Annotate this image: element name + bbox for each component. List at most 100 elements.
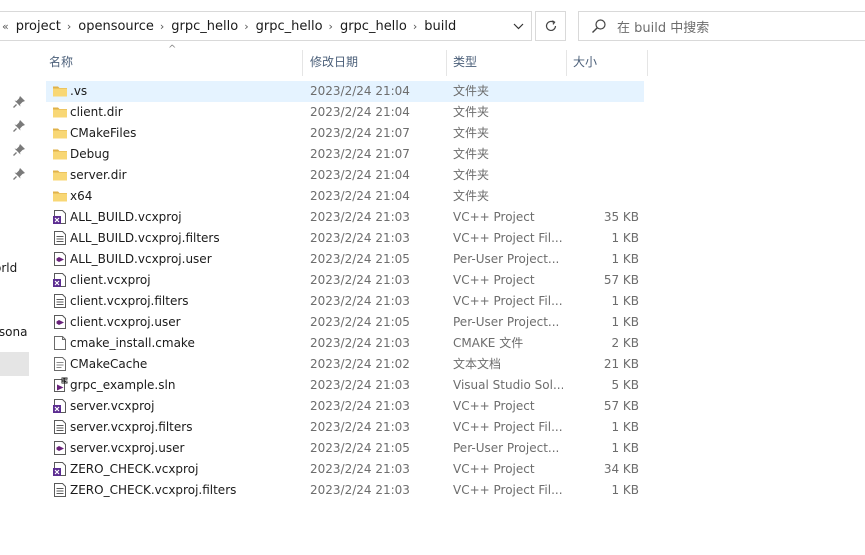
file-row[interactable]: ALL_BUILD.vcxproj 2023/2/24 21:03 VC++ Pro… bbox=[46, 207, 644, 228]
file-date: 2023/2/24 21:07 bbox=[310, 126, 410, 140]
column-divider[interactable] bbox=[302, 50, 303, 76]
file-name: ZERO_CHECK.vcxproj.filters bbox=[70, 483, 237, 497]
search-icon bbox=[592, 19, 606, 33]
file-name: CMakeFiles bbox=[70, 126, 137, 140]
file-size: 1 KB bbox=[611, 441, 639, 455]
refresh-button[interactable] bbox=[535, 11, 566, 41]
file-date: 2023/2/24 21:03 bbox=[310, 378, 410, 392]
chevron-down-icon[interactable] bbox=[505, 12, 531, 40]
pin-icon[interactable] bbox=[12, 143, 26, 157]
file-row[interactable]: ZERO_CHECK.vcxproj.filters 2023/2/24 21:0… bbox=[46, 480, 644, 501]
file-row[interactable]: server.vcxproj 2023/2/24 21:03 VC++ Projec… bbox=[46, 396, 644, 417]
nav-item-label[interactable]: orld bbox=[0, 261, 17, 275]
file-date: 2023/2/24 21:02 bbox=[310, 357, 410, 371]
file-date: 2023/2/24 21:05 bbox=[310, 252, 410, 266]
search-box[interactable]: 在 build 中搜索 bbox=[578, 11, 865, 41]
file-row[interactable]: client.vcxproj.user 2023/2/24 21:05 Per-Us… bbox=[46, 312, 644, 333]
file-row[interactable]: client.dir 2023/2/24 21:04 文件夹 bbox=[46, 102, 644, 123]
file-row[interactable]: server.dir 2023/2/24 21:04 文件夹 bbox=[46, 165, 644, 186]
file-date: 2023/2/24 21:03 bbox=[310, 210, 410, 224]
file-name: server.vcxproj.filters bbox=[70, 420, 193, 434]
file-type: VC++ Project Fil... bbox=[453, 420, 563, 434]
file-row[interactable]: ALL_BUILD.vcxproj.user 2023/2/24 21:05 Per… bbox=[46, 249, 644, 270]
file-row[interactable]: ZERO_CHECK.vcxproj 2023/2/24 21:03 VC++ Pr… bbox=[46, 459, 644, 480]
svg-text:19: 19 bbox=[61, 378, 67, 384]
file-row[interactable]: server.vcxproj.user 2023/2/24 21:05 Per-Us… bbox=[46, 438, 644, 459]
breadcrumb-item[interactable]: grpc_hello bbox=[171, 19, 238, 34]
navigation-pane[interactable]: orld rsona bbox=[0, 50, 31, 555]
breadcrumb-separator-icon[interactable]: › bbox=[244, 20, 248, 33]
file-icon bbox=[52, 230, 68, 246]
address-bar[interactable]: « project › opensource › grpc_hello › gr… bbox=[0, 11, 532, 41]
folder-icon bbox=[52, 83, 68, 99]
file-date: 2023/2/24 21:03 bbox=[310, 399, 410, 413]
file-date: 2023/2/24 21:03 bbox=[310, 273, 410, 287]
file-row[interactable]: 19 grpc_example.sln 2023/2/24 21:03 Visual … bbox=[46, 375, 644, 396]
file-icon bbox=[52, 356, 68, 372]
file-date: 2023/2/24 21:05 bbox=[310, 441, 410, 455]
pin-icon[interactable] bbox=[12, 95, 26, 109]
file-name: Debug bbox=[70, 147, 110, 161]
column-header-type[interactable]: 类型 bbox=[453, 50, 563, 75]
column-divider[interactable] bbox=[647, 50, 648, 76]
file-icon bbox=[52, 209, 68, 225]
file-row[interactable]: .vs 2023/2/24 21:04 文件夹 bbox=[46, 81, 644, 102]
breadcrumb-item[interactable]: project bbox=[16, 19, 61, 34]
pin-icon[interactable] bbox=[12, 119, 26, 133]
breadcrumb-item[interactable]: opensource bbox=[78, 19, 154, 34]
overflow-chevrons-icon[interactable]: « bbox=[2, 20, 9, 33]
breadcrumb-separator-icon[interactable]: › bbox=[329, 20, 333, 33]
breadcrumb-item-current[interactable]: build bbox=[424, 19, 456, 34]
file-type: VC++ Project Fil... bbox=[453, 294, 563, 308]
file-row[interactable]: server.vcxproj.filters 2023/2/24 21:03 VC+… bbox=[46, 417, 644, 438]
file-row[interactable]: Debug 2023/2/24 21:07 文件夹 bbox=[46, 144, 644, 165]
file-icon bbox=[52, 461, 68, 477]
file-date: 2023/2/24 21:05 bbox=[310, 315, 410, 329]
file-type: 文件夹 bbox=[453, 147, 490, 161]
column-divider[interactable] bbox=[446, 50, 447, 76]
file-row[interactable]: client.vcxproj.filters 2023/2/24 21:03 VC+… bbox=[46, 291, 644, 312]
file-name: x64 bbox=[70, 189, 93, 203]
file-icon bbox=[52, 335, 68, 351]
file-icon bbox=[52, 419, 68, 435]
file-row[interactable]: cmake_install.cmake 2023/2/24 21:03 CMAKE … bbox=[46, 333, 644, 354]
file-list[interactable]: ^ 名称 修改日期 类型 大小 .vs 2023/2/24 21:04 文件夹 cli… bbox=[31, 44, 865, 555]
file-icon bbox=[52, 398, 68, 414]
pin-icon[interactable] bbox=[12, 167, 26, 181]
file-row[interactable]: ALL_BUILD.vcxproj.filters 2023/2/24 21:03… bbox=[46, 228, 644, 249]
folder-icon bbox=[52, 125, 68, 141]
column-divider[interactable] bbox=[566, 50, 567, 76]
file-date: 2023/2/24 21:03 bbox=[310, 231, 410, 245]
file-size: 57 KB bbox=[603, 399, 639, 413]
file-name: server.dir bbox=[70, 168, 127, 182]
breadcrumb-item[interactable]: grpc_hello bbox=[256, 19, 323, 34]
file-name: ALL_BUILD.vcxproj bbox=[70, 210, 182, 224]
search-placeholder: 在 build 中搜索 bbox=[617, 20, 710, 36]
file-date: 2023/2/24 21:04 bbox=[310, 168, 410, 182]
nav-item-label[interactable]: rsona bbox=[0, 325, 28, 339]
file-row[interactable]: CMakeFiles 2023/2/24 21:07 文件夹 bbox=[46, 123, 644, 144]
breadcrumb-item[interactable]: grpc_hello bbox=[340, 19, 407, 34]
file-type: VC++ Project Fil... bbox=[453, 483, 563, 497]
file-date: 2023/2/24 21:03 bbox=[310, 294, 410, 308]
file-size: 1 KB bbox=[611, 294, 639, 308]
file-row[interactable]: CMakeCache 2023/2/24 21:02 文本文档 21 KB bbox=[46, 354, 644, 375]
file-row[interactable]: x64 2023/2/24 21:04 文件夹 bbox=[46, 186, 644, 207]
nav-item-selected[interactable] bbox=[0, 352, 29, 376]
file-row[interactable]: client.vcxproj 2023/2/24 21:03 VC++ Projec… bbox=[46, 270, 644, 291]
file-type: Per-User Project... bbox=[453, 441, 560, 455]
file-size: 1 KB bbox=[611, 252, 639, 266]
file-size: 1 KB bbox=[611, 231, 639, 245]
breadcrumb-separator-icon[interactable]: › bbox=[160, 20, 164, 33]
file-name: server.vcxproj.user bbox=[70, 441, 185, 455]
column-header-date[interactable]: 修改日期 bbox=[310, 50, 440, 75]
breadcrumb-separator-icon[interactable]: › bbox=[413, 20, 417, 33]
file-type: 文件夹 bbox=[453, 189, 490, 203]
refresh-icon bbox=[545, 20, 556, 32]
column-header-size[interactable]: 大小 bbox=[573, 50, 643, 75]
column-header-name[interactable]: 名称 bbox=[49, 50, 299, 75]
file-date: 2023/2/24 21:03 bbox=[310, 420, 410, 434]
file-size: 34 KB bbox=[603, 462, 639, 476]
file-size: 35 KB bbox=[603, 210, 639, 224]
breadcrumb-separator-icon[interactable]: › bbox=[67, 20, 71, 33]
